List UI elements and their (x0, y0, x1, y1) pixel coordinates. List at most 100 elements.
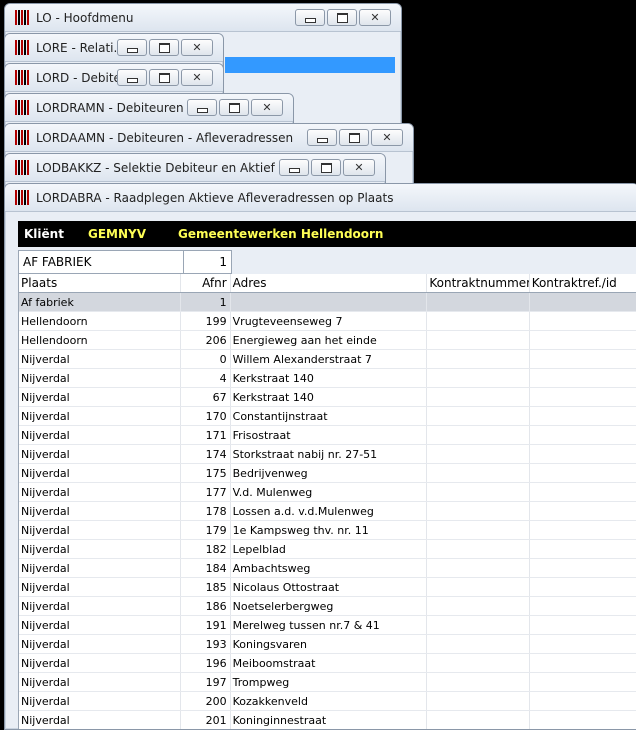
cell-plaats: Nijverdal (19, 578, 181, 596)
cell-kontraktnummer (427, 578, 530, 596)
plaats-filter[interactable]: AF FABRIEK 1 (18, 250, 232, 274)
cell-adres: V.d. Mulenweg (231, 483, 428, 501)
table-row[interactable]: Nijverdal 191 Merelweg tussen nr.7 & 41 (19, 616, 636, 635)
table-row[interactable]: Nijverdal 171 Frisostraat (19, 426, 636, 445)
cell-adres: Meiboomstraat (231, 654, 428, 672)
maximize-icon (336, 12, 348, 23)
plaats-filter-value[interactable]: AF FABRIEK (19, 251, 184, 273)
cell-kontraktnummer (427, 540, 530, 558)
minimize-button[interactable] (295, 9, 325, 26)
table-row[interactable]: Nijverdal 0 Willem Alexanderstraat 7 (19, 350, 636, 369)
cell-plaats: Nijverdal (19, 673, 181, 691)
close-button[interactable]: ✕ (181, 69, 213, 86)
cell-plaats: Nijverdal (19, 521, 181, 539)
close-button[interactable]: ✕ (251, 99, 283, 116)
table-row[interactable]: Nijverdal 174 Storkstraat nabij nr. 27-51 (19, 445, 636, 464)
close-button[interactable]: ✕ (343, 159, 375, 176)
close-button[interactable]: ✕ (359, 9, 391, 26)
titlebar[interactable]: LORE - Relati... ✕ (5, 34, 223, 62)
minimize-button[interactable] (187, 99, 217, 116)
cell-kontraktref (530, 369, 636, 387)
header-kontraktref[interactable]: Kontraktref./id (530, 274, 636, 292)
table-row[interactable]: Nijverdal 201 Koninginnestraat (19, 711, 636, 729)
table-row[interactable]: Nijverdal 177 V.d. Mulenweg (19, 483, 636, 502)
minimize-button[interactable] (117, 39, 147, 56)
afnr-filter-value[interactable]: 1 (184, 255, 231, 269)
cell-adres: Willem Alexanderstraat 7 (231, 350, 428, 368)
window-title: LORDRAMN - Debiteuren ... (36, 100, 199, 115)
app-icon (15, 130, 30, 145)
cell-kontraktnummer (427, 350, 530, 368)
table-row[interactable]: Nijverdal 170 Constantijnstraat (19, 407, 636, 426)
table-row[interactable]: Nijverdal 179 1e Kampsweg thv. nr. 11 (19, 521, 636, 540)
maximize-icon (228, 102, 240, 113)
cell-plaats: Nijverdal (19, 445, 181, 463)
menu-highlight-item[interactable] (225, 57, 395, 73)
cell-afnr: 197 (181, 673, 231, 691)
cell-kontraktref (530, 502, 636, 520)
cell-afnr: 178 (181, 502, 231, 520)
minimize-button[interactable] (117, 69, 147, 86)
cell-kontraktnummer (427, 597, 530, 615)
table-row[interactable]: Nijverdal 185 Nicolaus Ottostraat (19, 578, 636, 597)
cell-kontraktref (530, 597, 636, 615)
cell-afnr: 174 (181, 445, 231, 463)
table-row[interactable]: Nijverdal 4 Kerkstraat 140 (19, 369, 636, 388)
window-lordabra[interactable]: LORDABRA - Raadplegen Aktieve Afleveradr… (4, 183, 636, 730)
header-adres[interactable]: Adres (231, 274, 428, 292)
maximize-button[interactable] (339, 129, 369, 146)
cell-kontraktref (530, 407, 636, 425)
app-icon (15, 10, 30, 25)
header-afnr[interactable]: Afnr (181, 274, 231, 292)
table-row[interactable]: Nijverdal 175 Bedrijvenweg (19, 464, 636, 483)
titlebar[interactable]: LORDABRA - Raadplegen Aktieve Afleveradr… (5, 184, 636, 212)
cell-kontraktref (530, 711, 636, 729)
cell-kontraktref (530, 559, 636, 577)
maximize-button[interactable] (149, 39, 179, 56)
titlebar[interactable]: LORD - Debite... ✕ (5, 64, 223, 92)
table-row[interactable]: Nijverdal 178 Lossen a.d. v.d.Mulenweg (19, 502, 636, 521)
cell-adres: Kozakkenveld (231, 692, 428, 710)
cell-kontraktnummer (427, 293, 530, 311)
cell-afnr: 170 (181, 407, 231, 425)
minimize-button[interactable] (279, 159, 309, 176)
table-row[interactable]: Nijverdal 184 Ambachtsweg (19, 559, 636, 578)
maximize-button[interactable] (219, 99, 249, 116)
minimize-icon (288, 167, 300, 173)
table-row[interactable]: Af fabriek 1 (19, 293, 636, 312)
close-button[interactable]: ✕ (371, 129, 403, 146)
cell-adres: Constantijnstraat (231, 407, 428, 425)
table-row[interactable]: Nijverdal 182 Lepelblad (19, 540, 636, 559)
maximize-button[interactable] (311, 159, 341, 176)
cell-adres: Kerkstraat 140 (231, 369, 428, 387)
table-row[interactable]: Nijverdal 193 Koningsvaren (19, 635, 636, 654)
header-plaats[interactable]: Plaats (19, 274, 181, 292)
cell-plaats: Hellendoorn (19, 331, 181, 349)
klient-name: Gemeentewerken Hellendoorn (178, 227, 384, 241)
cell-kontraktnummer (427, 502, 530, 520)
table-row[interactable]: Nijverdal 200 Kozakkenveld (19, 692, 636, 711)
cell-afnr: 179 (181, 521, 231, 539)
titlebar[interactable]: LODBAKKZ - Selektie Debiteur en Aktief ✕ (5, 154, 385, 182)
table-row[interactable]: Nijverdal 196 Meiboomstraat (19, 654, 636, 673)
minimize-button[interactable] (307, 129, 337, 146)
maximize-button[interactable] (327, 9, 357, 26)
maximize-button[interactable] (149, 69, 179, 86)
close-button[interactable]: ✕ (181, 39, 213, 56)
table-row[interactable]: Nijverdal 67 Kerkstraat 140 (19, 388, 636, 407)
table-row[interactable]: Nijverdal 197 Trompweg (19, 673, 636, 692)
table-row[interactable]: Hellendoorn 206 Energieweg aan het einde (19, 331, 636, 350)
address-table[interactable]: Plaats Afnr Adres Kontraktnummer Kontrak… (18, 274, 636, 729)
cell-kontraktnummer (427, 331, 530, 349)
titlebar[interactable]: LO - Hoofdmenu ✕ (5, 4, 401, 32)
titlebar[interactable]: LORDRAMN - Debiteuren ... ✕ (5, 94, 293, 122)
titlebar[interactable]: LORDAAMN - Debiteuren - Afleveradressen … (5, 124, 413, 152)
cell-kontraktnummer (427, 464, 530, 482)
cell-plaats: Nijverdal (19, 597, 181, 615)
cell-plaats: Nijverdal (19, 350, 181, 368)
header-kontraktnummer[interactable]: Kontraktnummer (427, 274, 530, 292)
cell-afnr: 182 (181, 540, 231, 558)
table-row[interactable]: Nijverdal 186 Noetselerbergweg (19, 597, 636, 616)
cell-kontraktref (530, 483, 636, 501)
table-row[interactable]: Hellendoorn 199 Vrugteveenseweg 7 (19, 312, 636, 331)
